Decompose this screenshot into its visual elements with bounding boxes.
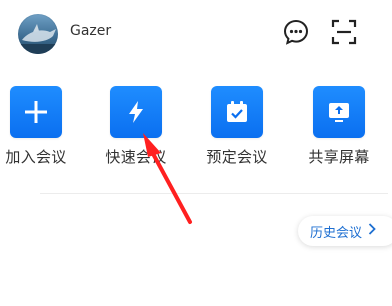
schedule-meeting-label: 预定会议: [206, 148, 268, 166]
top-bar: Gazer: [0, 0, 392, 64]
history-meetings-label: 历史会议: [310, 225, 363, 241]
divider: [40, 193, 388, 194]
user-name[interactable]: Gazer: [70, 23, 111, 39]
share-screen-button[interactable]: 共享屏幕: [299, 86, 379, 167]
share-screen-icon: [313, 86, 365, 138]
scan-icon[interactable]: [330, 18, 358, 46]
quick-actions: 加入会议 快速会议 预定会议 共享屏幕: [0, 86, 392, 176]
share-screen-label: 共享屏幕: [308, 148, 370, 166]
join-meeting-button[interactable]: 加入会议: [0, 86, 76, 167]
quick-meeting-label: 快速会议: [105, 148, 167, 166]
avatar[interactable]: [18, 14, 58, 54]
lightning-icon: [110, 86, 162, 138]
schedule-meeting-button[interactable]: 预定会议: [197, 86, 277, 167]
chat-icon[interactable]: [282, 18, 310, 46]
history-meetings-button[interactable]: 历史会议: [298, 216, 392, 246]
quick-meeting-button[interactable]: 快速会议: [96, 86, 176, 167]
join-meeting-label: 加入会议: [5, 148, 67, 166]
calendar-check-icon: [211, 86, 263, 138]
shark-avatar-image: [18, 24, 58, 54]
plus-icon: [10, 86, 62, 138]
chevron-right-icon: [368, 223, 376, 239]
